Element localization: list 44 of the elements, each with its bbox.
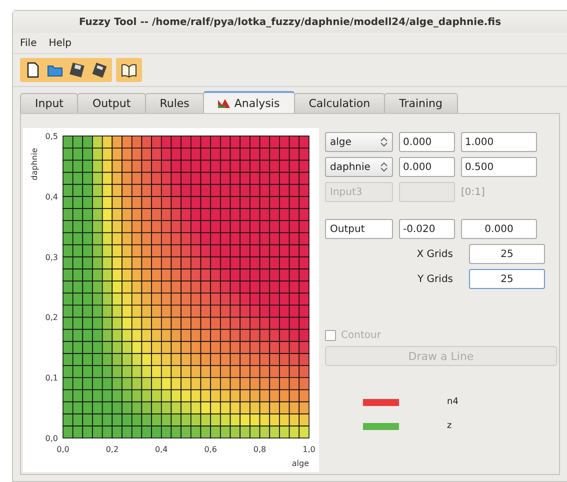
tab[interactable]: Calculation	[294, 93, 386, 113]
value-field[interactable]	[399, 182, 455, 202]
max-field[interactable]: 0.000	[461, 219, 537, 239]
grid-label: Y Grids	[416, 274, 453, 284]
tab[interactable]: Input	[20, 93, 78, 113]
menu-item[interactable]: File	[20, 38, 37, 48]
y-tick-label: 0,5	[45, 132, 58, 141]
tab[interactable]: Training	[384, 93, 458, 113]
y-tick-label: 0,1	[45, 374, 58, 383]
y-tick-label: 0,4	[45, 192, 58, 202]
tab[interactable]: Rules	[144, 93, 204, 113]
x-tick-label: 0,2	[106, 445, 119, 454]
y-axis-label: daphnie	[30, 148, 39, 180]
grid-field[interactable]: 25	[469, 269, 545, 289]
tab[interactable]: Output	[77, 93, 146, 113]
min-field[interactable]: -0.020	[399, 219, 455, 239]
checkbox-label: Contour	[341, 330, 381, 341]
min-field[interactable]: 0.000	[399, 132, 455, 152]
legend-label: z	[447, 421, 452, 431]
menu-item[interactable]: Help	[48, 38, 72, 48]
x-tick-label: 0,6	[204, 445, 217, 454]
y-tick-label: 0,0	[45, 434, 58, 443]
max-field[interactable]: 0.500	[461, 157, 537, 177]
spinner-icon	[380, 136, 388, 148]
min-field[interactable]: 0.000	[399, 157, 455, 177]
max-field[interactable]: 1.000	[461, 132, 537, 152]
tab[interactable]: Analysis	[203, 91, 295, 113]
y-tick-label: 0,3	[45, 252, 58, 262]
x-tick-label: 1,0	[302, 445, 316, 454]
window-title: Fuzzy Tool -- /home/ralf/pya/lotka_fuzzy/daphnie/modell24/alge_daphnie.fis	[78, 16, 502, 28]
output-field[interactable]: Output	[325, 219, 393, 239]
spinner-icon	[380, 161, 388, 173]
x-tick-label: 0,4	[155, 445, 168, 454]
x-tick-label: 0,8	[253, 445, 266, 454]
book-icon[interactable]	[120, 61, 138, 79]
grid-label: X Grids	[416, 248, 453, 260]
variable-dropdown[interactable]: alge	[325, 132, 393, 152]
legend-label: n4	[447, 397, 458, 407]
x-tick-label: 0,0	[56, 445, 70, 454]
range-label: [0:1]	[461, 186, 485, 198]
grid-field[interactable]: 25	[469, 244, 545, 264]
x-axis-label: alge	[292, 459, 309, 468]
y-tick-label: 0,2	[45, 313, 58, 322]
variable-dropdown[interactable]: daphnie	[325, 157, 393, 177]
